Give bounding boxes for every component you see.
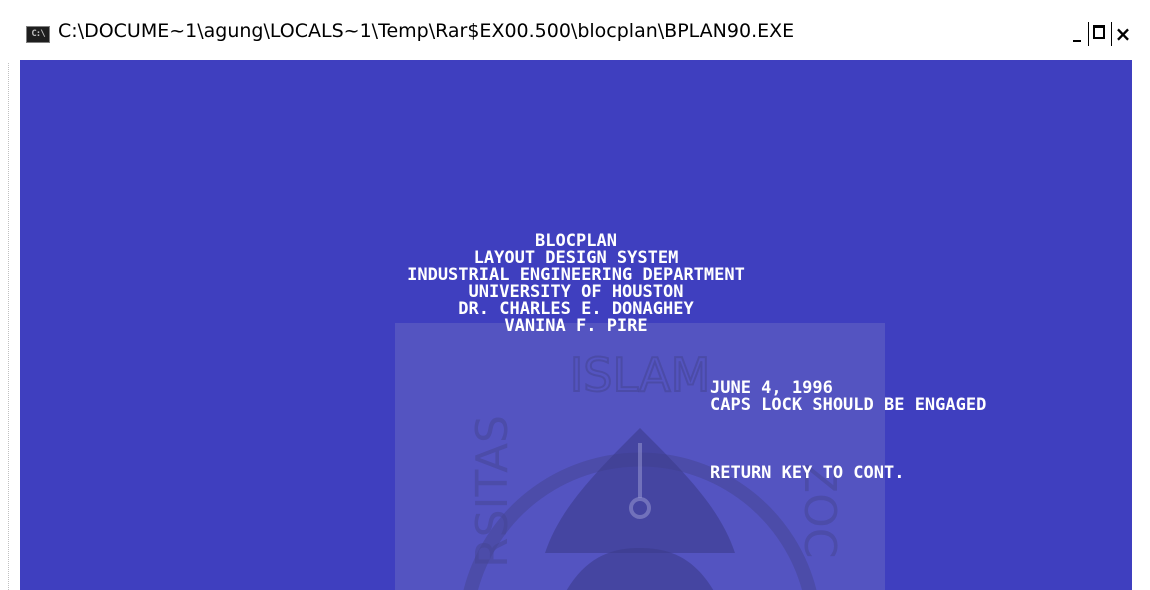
console-text-area: BLOCPLAN LAYOUT DESIGN SYSTEM INDUSTRIAL… [20,60,1132,590]
caps-lock-notice: CAPS LOCK SHOULD BE ENGAGED [710,395,987,415]
console-app-icon[interactable]: C:\ [26,26,50,43]
continue-prompt: RETURN KEY TO CONT. [710,463,905,483]
maximize-icon [1093,25,1105,39]
console-window: C:\ C:\DOCUME~1\agung\LOCALS~1\Temp\Rar$… [0,0,1150,590]
coauthor-line: VANINA F. PIRE [504,316,648,336]
title-bar[interactable]: C:\ C:\DOCUME~1\agung\LOCALS~1\Temp\Rar$… [0,0,1150,62]
desktop-edge-divider [8,60,11,590]
close-icon: × [1114,22,1132,46]
window-title: C:\DOCUME~1\agung\LOCALS~1\Temp\Rar$EX00… [58,20,795,42]
console-screen[interactable]: ISLAM RSITAS ZOC BLOCPLAN LAYOUT DESIGN … [20,60,1132,590]
close-button[interactable]: × [1112,22,1134,46]
maximize-button[interactable] [1089,22,1111,46]
minimize-icon [1073,40,1081,42]
minimize-button[interactable] [1066,22,1088,46]
